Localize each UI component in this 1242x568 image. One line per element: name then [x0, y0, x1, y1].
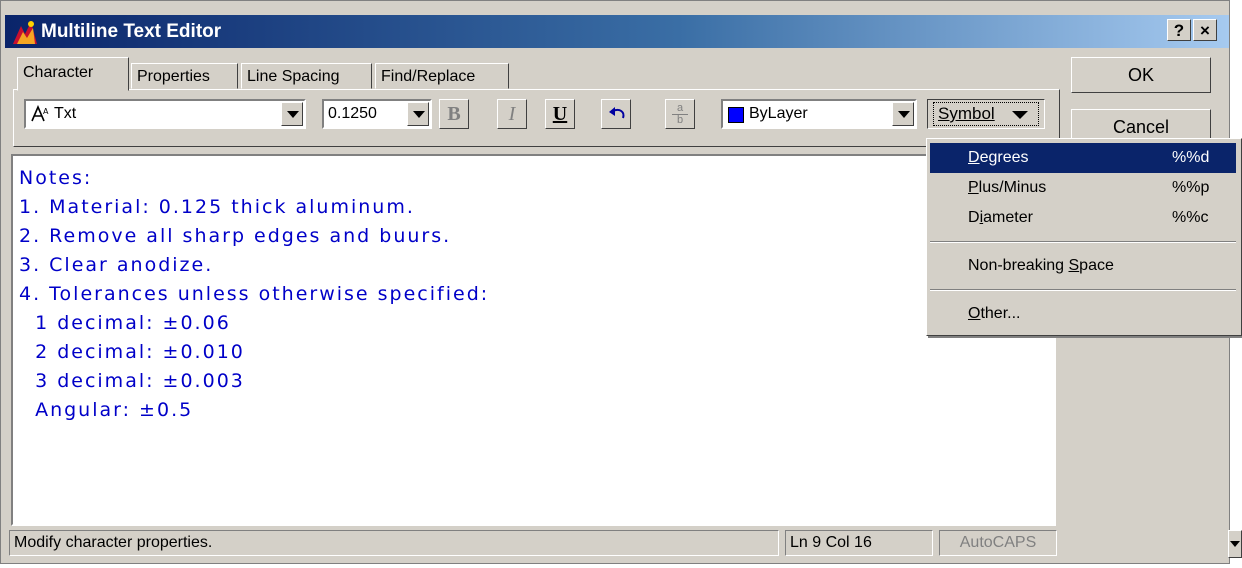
chevron-down-icon[interactable] [892, 102, 914, 126]
menu-item-label: Other... [968, 299, 1020, 329]
stack-top-text: a [677, 102, 684, 114]
font-select[interactable]: A Txt [24, 99, 306, 129]
text-height-select[interactable]: 0.1250 [322, 99, 432, 129]
editor-line: Notes: [19, 167, 93, 189]
menu-item-diameter[interactable]: Diameter %%c [930, 203, 1236, 233]
menu-item-other[interactable]: Other... [930, 299, 1236, 329]
menu-separator [930, 289, 1236, 291]
menu-item-plus-minus[interactable]: Plus/Minus %%p [930, 173, 1236, 203]
scroll-down-button[interactable] [1228, 530, 1242, 558]
symbol-dropdown-menu: Degrees %%d Plus/Minus %%p Diameter %%c … [926, 138, 1242, 336]
window-title: Multiline Text Editor [41, 21, 222, 42]
cursor-position: Ln 9 Col 16 [785, 530, 933, 556]
menu-item-label: Degrees [968, 143, 1028, 173]
menu-separator [930, 241, 1236, 243]
editor-line: 1 decimal: ±0.06 [19, 312, 231, 334]
editor-line: 2. Remove all sharp edges and buurs. [19, 225, 452, 247]
label-pre: Non-breaking [968, 257, 1069, 274]
text-editor-area[interactable]: Notes: 1. Material: 0.125 thick aluminum… [11, 154, 1056, 526]
mnemonic: S [1068, 257, 1080, 274]
color-select[interactable]: ByLayer [721, 99, 917, 129]
help-button[interactable]: ? [1167, 19, 1191, 41]
stack-bottom-text: b [677, 114, 684, 126]
menu-shortcut: %%c [1172, 209, 1209, 226]
tab-line-spacing[interactable]: Line Spacing [241, 63, 372, 89]
tab-character[interactable]: Character [17, 57, 129, 91]
tab-properties[interactable]: Properties [131, 63, 238, 89]
mnemonic: P [968, 179, 979, 196]
chevron-down-icon [1230, 541, 1240, 547]
bold-button[interactable]: B [439, 99, 469, 129]
app-logo-icon [13, 21, 37, 44]
symbol-label: Symbol [938, 104, 995, 123]
undo-icon [609, 107, 625, 119]
menu-item-label: Diameter [968, 203, 1033, 233]
svg-text:A: A [43, 107, 49, 116]
font-icon: A [31, 105, 49, 122]
editor-line: 3 decimal: ±0.003 [19, 370, 245, 392]
menu-shortcut: %%d [1172, 149, 1210, 166]
status-message: Modify character properties. [9, 530, 779, 556]
menu-item-degrees[interactable]: Degrees %%d [930, 143, 1236, 173]
label-rest: egrees [979, 149, 1029, 166]
symbol-button[interactable]: Symbol [927, 99, 1045, 129]
text-height-value: 0.1250 [328, 105, 377, 122]
chevron-down-icon[interactable] [407, 102, 429, 126]
ok-button[interactable]: OK [1071, 57, 1211, 93]
caret-down-icon [1012, 111, 1028, 119]
editor-line: 3. Clear anodize. [19, 254, 214, 276]
title-bar[interactable]: Multiline Text Editor ? × [5, 15, 1229, 48]
label-rest: ther... [980, 305, 1021, 322]
tab-find-replace[interactable]: Find/Replace [375, 63, 509, 89]
editor-line: 4. Tolerances unless otherwise specified… [19, 283, 490, 305]
mnemonic: D [968, 149, 980, 166]
label-rest: lus/Minus [978, 179, 1047, 196]
font-value: Txt [54, 105, 77, 122]
menu-item-label: Plus/Minus [968, 173, 1046, 203]
label-rest: pace [1079, 257, 1114, 274]
chevron-down-icon[interactable] [281, 102, 303, 126]
italic-button[interactable]: I [497, 99, 527, 129]
editor-text: Notes: 1. Material: 0.125 thick aluminum… [19, 164, 489, 425]
editor-line: Angular: ±0.5 [19, 399, 194, 421]
editor-line: 1. Material: 0.125 thick aluminum. [19, 196, 415, 218]
editor-line: 2 decimal: ±0.010 [19, 341, 245, 363]
menu-shortcut: %%p [1172, 179, 1210, 196]
stack-button[interactable]: a b [665, 99, 695, 129]
label-pre: D [968, 209, 980, 226]
color-value: ByLayer [749, 105, 808, 122]
menu-item-label: Non-breaking Space [968, 251, 1114, 281]
undo-button[interactable] [601, 99, 631, 129]
autocaps-indicator[interactable]: AutoCAPS [939, 530, 1057, 556]
close-button[interactable]: × [1193, 19, 1217, 41]
color-swatch [728, 107, 744, 123]
menu-item-non-breaking-space[interactable]: Non-breaking Space [930, 251, 1236, 281]
mnemonic: O [968, 305, 981, 322]
underline-button[interactable]: U [545, 99, 575, 129]
label-rest: ameter [983, 209, 1033, 226]
